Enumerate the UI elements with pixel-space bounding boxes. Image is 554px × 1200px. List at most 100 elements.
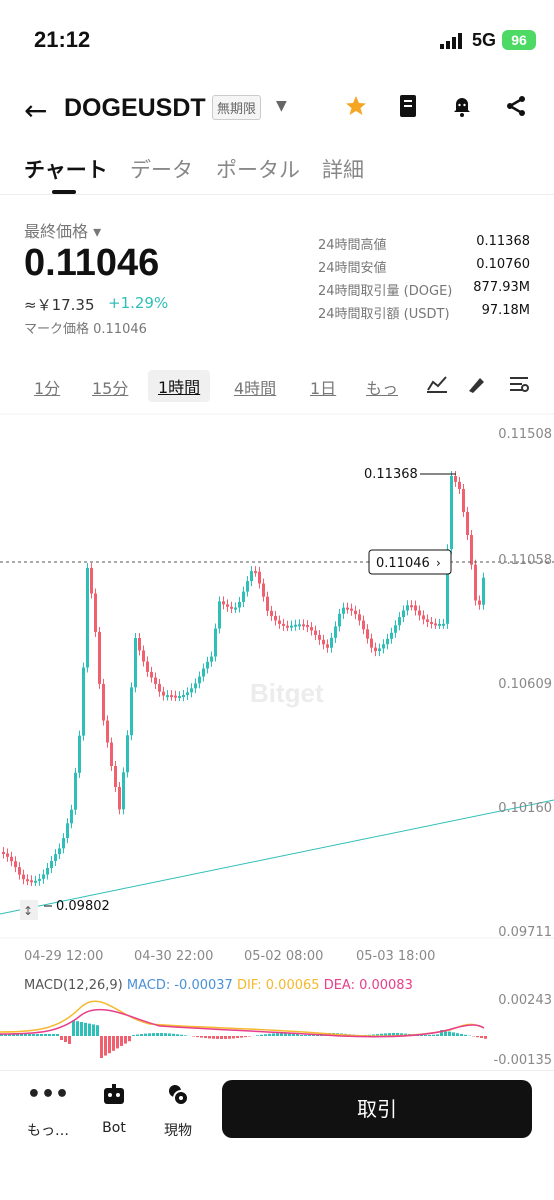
macd-bar [72,1020,75,1036]
candle [458,481,461,490]
timeframe-1h[interactable]: 1時間 [148,370,211,402]
notebook-icon[interactable] [394,92,422,120]
back-arrow-icon[interactable]: ← [24,94,47,127]
tab-details[interactable]: 詳細 [322,154,364,184]
macd-bar [452,1032,455,1036]
candle [454,476,457,482]
candle [10,856,13,862]
macd-bar [176,1034,179,1036]
nav-bot[interactable]: Bot [84,1082,144,1136]
network-label: 5G [472,30,497,50]
macd-bar [212,1036,215,1039]
candle [226,604,229,607]
candle [114,766,117,788]
macd-bar [480,1036,483,1038]
candle [190,688,193,693]
candle [82,667,85,736]
macd-bar [148,1033,151,1036]
candle [246,581,249,592]
price-chart[interactable]: Bitget 0.11508 0.11058 0.10609 0.10160 0… [0,412,554,968]
stat-value: 0.11368 [476,234,530,249]
candle [174,695,177,698]
candle [430,621,433,624]
candle [330,637,333,648]
last-price-label[interactable]: 最終価格 ▾ [24,218,101,242]
candle [366,629,369,639]
macd-bar [48,1034,51,1036]
candle [46,867,49,875]
candle [106,720,109,743]
share-icon[interactable] [502,92,530,120]
current-price-tag-label: 0.11046 [376,556,430,571]
trade-button[interactable]: 取引 [222,1080,532,1138]
candle [154,677,157,684]
candle [230,606,233,609]
macd-bar [64,1036,67,1042]
tab-data[interactable]: データ [130,154,193,184]
macd-bar [196,1036,199,1038]
candle [254,571,257,574]
stat-value: 0.10760 [476,257,530,272]
candle [66,823,69,839]
nav-spot[interactable]: 現物 [148,1082,208,1140]
timeframe-more[interactable]: もっ [366,375,398,399]
stat-value: 877.93M [473,280,530,295]
candle [290,625,293,628]
macd-bar [220,1036,223,1039]
candle [482,577,485,605]
macd-bar [276,1033,279,1036]
tab-portal[interactable]: ポータル [216,154,300,184]
low-label: 0.09802 [56,899,110,914]
candle [30,880,33,883]
macd-bar [56,1034,59,1036]
macd-bar [200,1036,203,1038]
candle [126,735,129,773]
candle [354,610,357,615]
x-tick: 05-02 08:00 [244,949,323,964]
candle [310,627,313,631]
chevron-down-icon[interactable]: ▼ [276,98,287,114]
macd-bar [236,1036,239,1039]
macd-bar [228,1036,231,1039]
candle [54,854,57,861]
macd-bar [84,1022,87,1036]
candle [342,607,345,614]
macd-bar [96,1025,99,1036]
candle [102,683,105,721]
candle [58,848,61,855]
ellipsis-icon: ••• [26,1082,70,1107]
timeframe-1d[interactable]: 1日 [310,375,336,399]
macd-bar [120,1036,123,1046]
pair-title[interactable]: DOGEUSDT [64,94,206,123]
macd-bar [280,1033,283,1036]
macd-bar [240,1036,243,1038]
macd-bar [104,1036,107,1056]
nav-more[interactable]: ••• もっ… [18,1082,78,1140]
tab-chart[interactable]: チャート [24,154,108,184]
candle [178,696,181,699]
macd-bar [60,1036,63,1040]
mark-price: マーク価格 0.11046 [24,322,147,337]
candle [394,625,397,633]
macd-chart: 0.00243 -0.00135 [0,993,552,1068]
settings-list-icon[interactable] [508,374,530,398]
macd-bar [180,1034,183,1036]
macd-bar [32,1034,35,1036]
macd-bar [160,1033,163,1036]
star-icon[interactable] [342,92,370,120]
timeframe-4h[interactable]: 4時間 [234,375,276,399]
candle [206,661,209,669]
candle [286,625,289,628]
macd-bar [68,1036,71,1044]
indicator-icon[interactable] [426,374,448,398]
macd-bar [172,1033,175,1036]
timeframe-15m[interactable]: 15分 [92,375,128,399]
macd-bar [112,1036,115,1051]
candle [202,668,205,677]
draw-icon[interactable] [466,374,488,398]
candle [386,638,389,645]
timeframe-1m[interactable]: 1分 [34,375,60,399]
bell-icon[interactable] [448,92,476,120]
candle [94,593,97,632]
macd-bar [428,1034,431,1036]
